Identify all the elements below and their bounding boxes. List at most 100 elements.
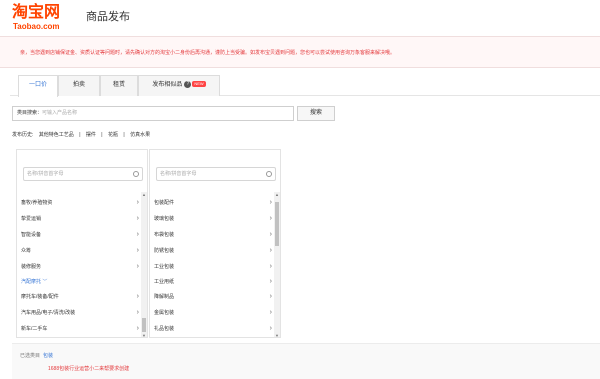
category-column-2: 名称/拼音首字母 包装配件 › 玻璃包装 › 布袋包装 › 防锈包装 › 工业包装 › 工… (149, 149, 281, 338)
category-item-label: 包装配件 (154, 200, 175, 206)
category-item[interactable]: 工业包装 › (154, 261, 274, 273)
category-filter-input[interactable]: 名称/拼音首字母 (23, 167, 143, 181)
category-item[interactable]: 挚爱运销 › (21, 213, 141, 225)
chevron-right-icon: › (269, 293, 272, 300)
category-item[interactable]: 降解制品 › (154, 291, 274, 303)
security-notice: 亲，当您遇到店铺保证金、资质认证等问题时，请先确认对方的淘宝小二身份后再沟通，谨… (0, 36, 600, 68)
category-item[interactable]: 摩托车/装备/配件 › (21, 291, 141, 303)
selected-category: 已选类目 包装 (20, 352, 53, 359)
category-item-label: 汽车用品/电子/清洗/改装 (21, 310, 76, 316)
filter-placeholder: 名称/拼音首字母 (160, 171, 197, 177)
chevron-right-icon: › (269, 231, 272, 238)
tab-rental[interactable]: 租赁 (100, 75, 138, 96)
category-item-label: 玻璃包装 (154, 216, 175, 222)
tab-fixed-price[interactable]: 一口价 (18, 75, 58, 97)
category-item[interactable]: 汽车用品/电子/清洗/改装 › (21, 307, 141, 319)
chevron-right-icon: › (269, 325, 272, 332)
chevron-right-icon: › (136, 293, 139, 300)
chevron-right-icon: › (136, 263, 139, 270)
tab-label: 拍卖 (72, 82, 85, 88)
category-item[interactable]: 防锈包装 › (154, 245, 274, 257)
category-item-label: 众筹 (21, 248, 32, 254)
publish-history: 发布历史: 其他特色工艺品 | 摆件 | 花瓶 | 仿真水果 (12, 131, 154, 139)
scroll-down-icon[interactable]: ▼ (274, 333, 280, 337)
history-separator: | (101, 132, 103, 138)
category-item[interactable]: 智能设备 › (21, 229, 141, 241)
category-picker: 名称/拼音首字母 畜牧/养殖物资 › 挚爱运销 › 智能设备 › 众筹 › 装修服务 › … (12, 145, 600, 338)
tab-publish-similar[interactable]: 发布相似品? NEW (138, 75, 220, 96)
category-item-label: 礼品包装 (154, 326, 175, 332)
category-item[interactable]: 畜牧/养殖物资 › (21, 197, 141, 209)
category-item[interactable]: 包装配件 › (154, 197, 274, 209)
tab-auction[interactable]: 拍卖 (58, 75, 100, 96)
notice-text: 亲，当您遇到店铺保证金、资质认证等问题时，请先确认对方的淘宝小二身份后再沟通，谨… (20, 50, 396, 56)
chevron-right-icon: › (136, 199, 139, 206)
category-group-label: 汽配摩托 (21, 279, 42, 285)
selected-category-panel: 已选类目 包装 1688包装行业运营小二来帮要求创建 (12, 343, 600, 379)
category-item-label: 摩托车/装备/配件 (21, 294, 59, 300)
chevron-right-icon: › (269, 309, 272, 316)
category-item[interactable]: 新车/二手车 › (21, 323, 141, 335)
category-item-label: 布袋包装 (154, 232, 175, 238)
chevron-right-icon: › (136, 215, 139, 222)
chevron-down-icon: ﹀ (42, 279, 48, 285)
page-header: 淘宝网 Taobao.com 商品发布 (0, 0, 600, 36)
tab-label: 发布相似品 (152, 82, 183, 88)
category-item-label: 畜牧/养殖物资 (21, 200, 53, 206)
scrollbar[interactable]: ▲ ▼ (274, 192, 280, 337)
chevron-right-icon: › (136, 231, 139, 238)
category-item[interactable]: 布袋包装 › (154, 229, 274, 241)
chevron-right-icon: › (136, 309, 139, 316)
category-group-header[interactable]: 汽配摩托 ﹀ (21, 276, 141, 288)
new-badge: NEW (192, 81, 206, 88)
scroll-up-icon[interactable]: ▲ (141, 192, 147, 197)
category-item-label: 防锈包装 (154, 248, 175, 254)
category-item[interactable]: 众筹 › (21, 245, 141, 257)
selected-category-label: 已选类目 (20, 353, 41, 359)
scrollbar[interactable]: ▲ ▼ (141, 192, 147, 337)
listing-type-tabs: 一口价 拍卖 租赁 发布相似品? NEW (10, 75, 600, 97)
history-item[interactable]: 仿真水果 (130, 132, 150, 138)
chevron-right-icon: › (269, 263, 272, 270)
scrollbar-thumb[interactable] (275, 202, 279, 246)
search-icon (266, 171, 272, 177)
category-item-label: 金属包装 (154, 310, 175, 316)
chevron-right-icon: › (269, 247, 272, 254)
category-item-label: 降解制品 (154, 294, 175, 300)
tab-label: 一口价 (28, 82, 47, 88)
category-item[interactable]: 礼品包装 › (154, 323, 274, 335)
history-item[interactable]: 其他特色工艺品 (39, 132, 74, 138)
category-item-label: 工业用纸 (154, 279, 175, 285)
category-filter-input[interactable]: 名称/拼音首字母 (156, 167, 276, 181)
category-item[interactable]: 工业用纸 › (154, 276, 274, 288)
history-item[interactable]: 摆件 (86, 132, 96, 138)
filter-placeholder: 名称/拼音首字母 (27, 171, 64, 177)
chevron-right-icon: › (269, 278, 272, 285)
history-item[interactable]: 花瓶 (108, 132, 118, 138)
scroll-up-icon[interactable]: ▲ (274, 192, 280, 197)
page-title: 商品发布 (86, 11, 130, 23)
scroll-down-icon[interactable]: ▼ (141, 333, 147, 337)
selected-category-note: 1688包装行业运营小二来帮要求创建 (48, 366, 130, 372)
selected-category-value[interactable]: 包装 (43, 353, 53, 359)
scrollbar-thumb[interactable] (142, 318, 146, 332)
search-placeholder: 可输入产品名称 (42, 110, 78, 116)
history-separator: | (79, 132, 81, 138)
search-icon (133, 171, 139, 177)
history-separator: | (123, 132, 125, 138)
search-button[interactable]: 搜索 (297, 106, 335, 121)
chevron-right-icon: › (136, 325, 139, 332)
category-item[interactable]: 玻璃包装 › (154, 213, 274, 225)
logo-chinese: 淘宝网 (12, 4, 61, 21)
history-label: 发布历史: (12, 132, 34, 138)
chevron-right-icon: › (269, 215, 272, 222)
logo-english: Taobao.com (13, 22, 60, 31)
category-item[interactable]: 金属包装 › (154, 307, 274, 319)
taobao-logo[interactable]: 淘宝网 Taobao.com (12, 4, 82, 34)
category-search-input[interactable]: 类目搜索：可输入产品名称 (12, 106, 294, 121)
category-item[interactable]: 装修服务 › (21, 261, 141, 273)
help-icon[interactable]: ? (184, 80, 192, 88)
chevron-right-icon: › (136, 247, 139, 254)
category-item-label: 装修服务 (21, 264, 42, 270)
search-label: 类目搜索： (17, 110, 43, 116)
